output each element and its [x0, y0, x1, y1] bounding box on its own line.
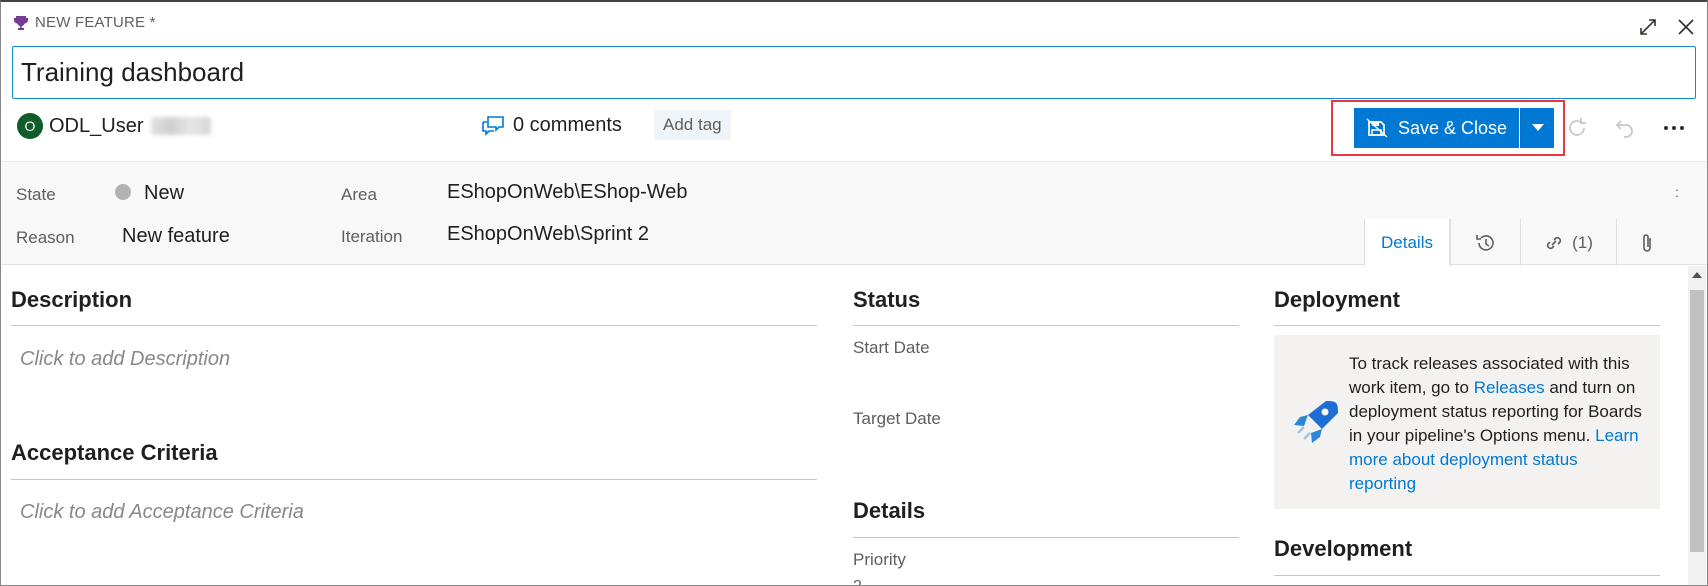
target-date-field[interactable]: Target Date: [853, 409, 941, 429]
save-close-button[interactable]: Save & Close: [1354, 108, 1519, 148]
deployment-info: To track releases associated with this w…: [1274, 335, 1660, 509]
divider: [1274, 575, 1660, 576]
save-icon: [1366, 118, 1388, 138]
refresh-icon: [1569, 118, 1586, 136]
development-title: Development: [1274, 536, 1413, 561]
expand-button[interactable]: [1635, 14, 1661, 40]
close-icon: [1678, 19, 1694, 35]
divider: [11, 479, 817, 480]
assigned-to[interactable]: O ODL_User: [17, 113, 212, 139]
comments-count: 0 comments: [513, 114, 622, 136]
divider: [11, 325, 817, 326]
tab-attachments[interactable]: [1616, 219, 1676, 266]
status-title: Status: [853, 287, 921, 312]
caret-up-icon: [1692, 272, 1702, 278]
redacted-text: [151, 117, 212, 135]
caret-down-icon: [1531, 124, 1544, 131]
link-icon: [1547, 236, 1562, 249]
deployment-title: Deployment: [1274, 287, 1400, 312]
description-field[interactable]: Click to add Description: [20, 348, 230, 371]
tab-links[interactable]: (1): [1520, 219, 1616, 266]
save-options-dropdown[interactable]: [1520, 108, 1554, 148]
undo-icon: [1615, 120, 1633, 138]
releases-link[interactable]: Releases: [1474, 378, 1545, 397]
undo-button[interactable]: [1611, 114, 1639, 142]
more-icon: [1664, 126, 1684, 130]
state-dropdown[interactable]: New: [144, 182, 184, 205]
priority-label: Priority: [853, 550, 906, 569]
divider: [853, 325, 1239, 326]
state-indicator: [115, 184, 131, 200]
scrollbar-thumb[interactable]: [1690, 290, 1704, 552]
fields-more: :: [1675, 184, 1679, 200]
expand-icon: [1640, 19, 1656, 35]
tab-bar: Details (1): [1364, 219, 1676, 266]
add-tag-button[interactable]: Add tag: [654, 110, 731, 140]
attachment-icon: [1642, 233, 1651, 252]
deployment-text: To track releases associated with this w…: [1349, 352, 1649, 496]
comments-icon: [482, 115, 504, 136]
state-label: State: [16, 185, 56, 204]
refresh-button[interactable]: [1563, 114, 1591, 142]
comments-link[interactable]: 0 comments: [481, 114, 622, 137]
details-title: Details: [853, 498, 926, 523]
trophy-icon: [14, 15, 28, 30]
avatar: O: [17, 113, 43, 139]
tab-history[interactable]: [1450, 219, 1520, 266]
reason-label: Reason: [16, 228, 75, 247]
start-date-field[interactable]: Start Date: [853, 338, 930, 358]
divider: [1274, 325, 1660, 326]
tab-details-label: Details: [1381, 232, 1433, 252]
tab-details[interactable]: Details: [1364, 219, 1450, 266]
history-icon: [1475, 234, 1494, 251]
acceptance-criteria-title: Acceptance Criteria: [11, 440, 218, 465]
scroll-up-button[interactable]: [1688, 266, 1706, 284]
iteration-label: Iteration: [341, 227, 403, 246]
acceptance-criteria-field[interactable]: Click to add Acceptance Criteria: [20, 501, 304, 524]
links-count: (1): [1572, 232, 1593, 252]
work-item-type: NEW FEATURE *: [13, 14, 156, 31]
reason-dropdown[interactable]: New feature: [122, 225, 230, 248]
pipelines-icon: [1294, 401, 1338, 443]
title-input[interactable]: [12, 46, 1696, 99]
more-actions-button[interactable]: [1660, 114, 1688, 142]
work-item-type-label: NEW FEATURE *: [35, 14, 156, 31]
save-close-label: Save & Close: [1397, 117, 1508, 138]
priority-field[interactable]: 2: [853, 578, 862, 585]
area-label: Area: [341, 185, 377, 204]
assignee-name: ODL_User: [49, 114, 144, 137]
work-item-dialog: NEW FEATURE * O ODL_User 0 comments Add …: [0, 0, 1708, 586]
close-button[interactable]: [1673, 14, 1699, 40]
area-field[interactable]: EShopOnWeb\EShop-Web: [447, 181, 688, 204]
iteration-field[interactable]: EShopOnWeb\Sprint 2: [447, 223, 649, 246]
divider: [853, 537, 1239, 538]
description-title: Description: [11, 287, 133, 312]
